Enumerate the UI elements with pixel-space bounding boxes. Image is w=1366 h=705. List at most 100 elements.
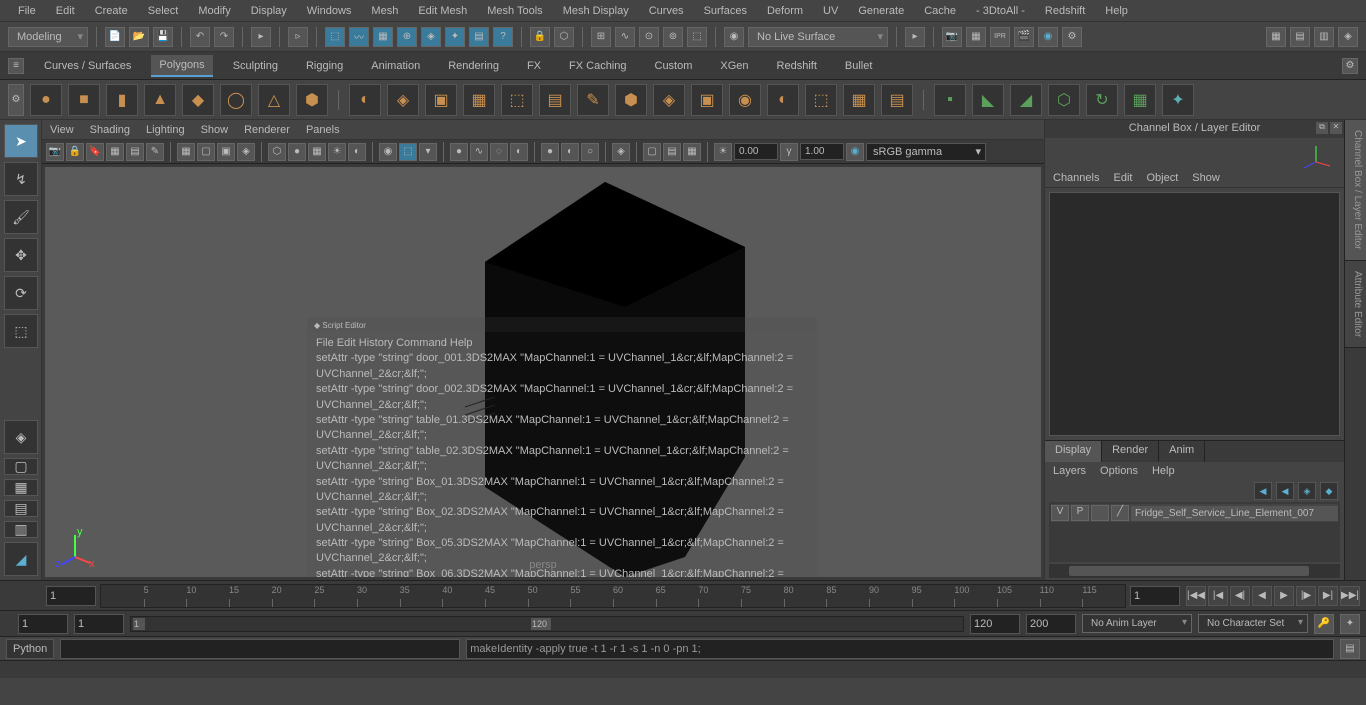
shelf-custom[interactable]: Custom: [647, 56, 701, 76]
render-view-button[interactable]: 🎬: [1014, 27, 1034, 47]
move-tool[interactable]: ✥: [4, 238, 38, 272]
ui-element-button[interactable]: ▦: [1266, 27, 1286, 47]
help-menu[interactable]: Help: [1152, 465, 1175, 477]
poly-platonic-icon[interactable]: ✎: [577, 84, 609, 116]
time-current-field[interactable]: [46, 586, 96, 606]
poly-sphere-icon[interactable]: ●: [30, 84, 62, 116]
vp-no-lights-icon[interactable]: ○: [581, 143, 599, 161]
layer-playback-toggle[interactable]: P: [1071, 505, 1089, 521]
vp-single-icon[interactable]: ▢: [643, 143, 661, 161]
highlight-button[interactable]: ⬡: [554, 27, 574, 47]
key-forward-button[interactable]: |▶: [1296, 586, 1316, 606]
select-surface-button[interactable]: ⬚: [325, 27, 345, 47]
vp-isolate-icon[interactable]: ◉: [379, 143, 397, 161]
undock-icon[interactable]: ⧉: [1316, 122, 1328, 134]
viewport-3d[interactable]: ◆ Script Editor File Edit History Comman…: [42, 164, 1044, 580]
reduce-icon[interactable]: ▦: [843, 84, 875, 116]
vp-shadows-icon[interactable]: ◐: [348, 143, 366, 161]
vp-film-gate-icon[interactable]: ▢: [197, 143, 215, 161]
vp-grease-icon[interactable]: ✎: [146, 143, 164, 161]
select-poly-button[interactable]: ▦: [373, 27, 393, 47]
snap-plane-button[interactable]: ⬚: [687, 27, 707, 47]
undo-button[interactable]: ↶: [190, 27, 210, 47]
select-joint-button[interactable]: ⊕: [397, 27, 417, 47]
bridge-icon[interactable]: ◢: [1010, 84, 1042, 116]
vp-gamma-icon[interactable]: γ: [780, 143, 798, 161]
multicut-icon[interactable]: ▦: [1124, 84, 1156, 116]
layer-display-toggle[interactable]: [1091, 505, 1109, 521]
play-forward-button[interactable]: ▶: [1274, 586, 1294, 606]
vp-two-icon[interactable]: ▤: [663, 143, 681, 161]
layer-row[interactable]: V P ╱ Fridge_Self_Service_Line_Element_0…: [1051, 504, 1338, 522]
insert-loop-icon[interactable]: ↻: [1086, 84, 1118, 116]
shelf-fxcaching[interactable]: FX Caching: [561, 56, 634, 76]
vp-wireframe-icon[interactable]: ⬡: [268, 143, 286, 161]
menu-create[interactable]: Create: [85, 1, 138, 21]
range-anim-start-field[interactable]: [74, 614, 124, 634]
menu-3dtoall[interactable]: - 3DtoAll -: [966, 1, 1035, 21]
close-icon[interactable]: ✕: [1330, 122, 1342, 134]
menu-help[interactable]: Help: [1095, 1, 1138, 21]
select-render-button[interactable]: ▤: [469, 27, 489, 47]
select-deform-button[interactable]: ◈: [421, 27, 441, 47]
vp-all-lights-icon[interactable]: ●: [541, 143, 559, 161]
select-hierarchy-button[interactable]: ▸: [251, 27, 271, 47]
vp-textured-icon[interactable]: ▦: [308, 143, 326, 161]
poly-pipe-icon[interactable]: ⬢: [296, 84, 328, 116]
time-ruler[interactable]: 5101520253035404550556065707580859095100…: [100, 584, 1126, 608]
menu-surfaces[interactable]: Surfaces: [694, 1, 757, 21]
vp-gamma-field[interactable]: [800, 143, 844, 160]
menu-modify[interactable]: Modify: [188, 1, 240, 21]
cmd-language-toggle[interactable]: Python: [6, 639, 54, 659]
layer-color-swatch[interactable]: ╱: [1111, 505, 1129, 521]
shelf-gear-icon[interactable]: ⚙: [1342, 58, 1358, 74]
vp-dof-icon[interactable]: ◐: [510, 143, 528, 161]
character-set-dropdown[interactable]: No Character Set: [1198, 614, 1308, 633]
range-anim-end-field[interactable]: [970, 614, 1020, 634]
snap-center-button[interactable]: ⊚: [663, 27, 683, 47]
layout-single-icon[interactable]: ▢: [4, 458, 38, 475]
target-weld-icon[interactable]: ✦: [1162, 84, 1194, 116]
poly-gear-icon[interactable]: ▦: [463, 84, 495, 116]
script-editor-button[interactable]: ▤: [1340, 639, 1360, 659]
vp-menu-show[interactable]: Show: [201, 124, 229, 136]
snap-point-button[interactable]: ⊙: [639, 27, 659, 47]
show-menu[interactable]: Show: [1192, 172, 1220, 184]
layers-menu[interactable]: Layers: [1053, 465, 1086, 477]
select-tool[interactable]: ➤: [4, 124, 38, 158]
layer-new-empty-icon[interactable]: ◈: [1298, 482, 1316, 500]
redo-button[interactable]: ↷: [214, 27, 234, 47]
open-scene-button[interactable]: 📂: [129, 27, 149, 47]
vp-select-camera-icon[interactable]: 📷: [46, 143, 64, 161]
menu-redshift[interactable]: Redshift: [1035, 1, 1095, 21]
render-globals-button[interactable]: ⚙: [1062, 27, 1082, 47]
step-back-button[interactable]: |◀: [1208, 586, 1228, 606]
layer-visible-toggle[interactable]: V: [1051, 505, 1069, 521]
menu-cache[interactable]: Cache: [914, 1, 966, 21]
vp-ao-icon[interactable]: ●: [450, 143, 468, 161]
menu-generate[interactable]: Generate: [848, 1, 914, 21]
rotate-tool[interactable]: ⟳: [4, 276, 38, 310]
select-object-button[interactable]: ▹: [288, 27, 308, 47]
boolean-icon[interactable]: ◉: [729, 84, 761, 116]
menu-meshdisplay[interactable]: Mesh Display: [553, 1, 639, 21]
new-scene-button[interactable]: 📄: [105, 27, 125, 47]
auto-key-button[interactable]: 🔑: [1314, 614, 1334, 634]
lock-button[interactable]: 🔒: [530, 27, 550, 47]
menu-editmesh[interactable]: Edit Mesh: [408, 1, 477, 21]
vp-exposure-icon[interactable]: ☀: [714, 143, 732, 161]
shelf-sculpting[interactable]: Sculpting: [225, 56, 286, 76]
ipr-render-button[interactable]: ▦: [966, 27, 986, 47]
paint-tool[interactable]: 🖌: [4, 200, 38, 234]
poly-cylinder-icon[interactable]: ▮: [106, 84, 138, 116]
vp-lock-camera-icon[interactable]: 🔒: [66, 143, 84, 161]
vp-four-icon[interactable]: ▦: [683, 143, 701, 161]
poly-cube-icon[interactable]: ■: [68, 84, 100, 116]
poly-svg-icon[interactable]: ◈: [387, 84, 419, 116]
shelf-editor-icon[interactable]: ⚙: [8, 84, 24, 116]
shelf-bullet[interactable]: Bullet: [837, 56, 881, 76]
menu-file[interactable]: File: [8, 1, 46, 21]
append-icon[interactable]: ⬡: [1048, 84, 1080, 116]
vp-2d-icon[interactable]: ▤: [126, 143, 144, 161]
poly-helix-icon[interactable]: ⬚: [501, 84, 533, 116]
